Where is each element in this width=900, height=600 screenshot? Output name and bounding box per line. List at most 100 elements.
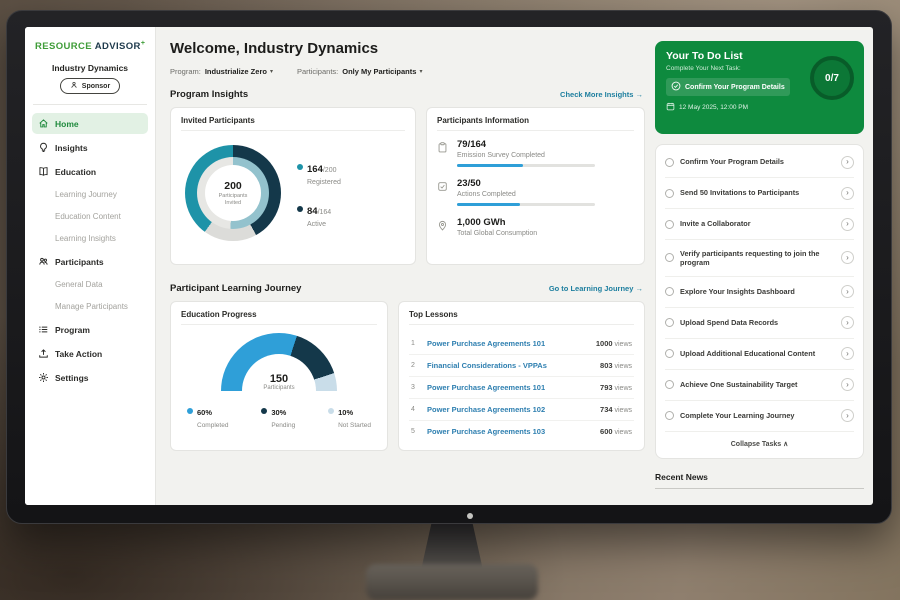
program-filter-dropdown[interactable]: Program: Industrialize Zero ▾ (170, 67, 273, 76)
task-chevron-icon[interactable]: › (841, 409, 854, 422)
info-card-title: Participants Information (437, 116, 634, 131)
sidebar-item-general-data[interactable]: General Data (32, 275, 148, 294)
task-chevron-icon[interactable]: › (841, 187, 854, 200)
task-chevron-icon[interactable]: › (841, 251, 854, 264)
recent-news-title: Recent News (655, 472, 864, 489)
stat-emission-survey: 79/164 Emission Survey Completed (437, 139, 634, 167)
task-checkbox[interactable] (665, 189, 674, 198)
participants-filter-label: Participants: (297, 67, 338, 76)
todo-task-9[interactable]: Complete Your Learning Journey› (665, 401, 854, 432)
insights-icon (38, 142, 49, 153)
sidebar-item-label: Education (55, 167, 96, 177)
sidebar-item-home[interactable]: Home (32, 113, 148, 134)
gauge-legend: 60% Completed 30% Pending 10% Not Starte… (181, 391, 377, 429)
task-chevron-icon[interactable]: › (841, 316, 854, 329)
lesson-link[interactable]: Power Purchase Agreements 103 (427, 427, 592, 436)
lesson-row-5: 5Power Purchase Agreements 103600 views (409, 421, 634, 442)
education-gauge-chart: 150 Participants (221, 333, 337, 391)
task-checkbox[interactable] (665, 380, 674, 389)
todo-task-8[interactable]: Achieve One Sustainability Target› (665, 370, 854, 401)
sidebar-item-insights[interactable]: Insights (32, 137, 148, 158)
task-label: Explore Your Insights Dashboard (680, 287, 835, 296)
arrow-right-icon: → (636, 284, 644, 293)
sidebar-item-education-content[interactable]: Education Content (32, 207, 148, 226)
program-insights-header: Program Insights Check More Insights → (170, 89, 645, 100)
logo-resource: RESOURCE (35, 41, 92, 52)
lesson-link[interactable]: Power Purchase Agreements 102 (427, 405, 592, 414)
legend-dot-registered (297, 164, 303, 170)
invited-center-value: 200 (224, 180, 242, 192)
home-icon (38, 118, 49, 129)
chevron-down-icon: ▾ (270, 68, 273, 75)
sponsor-badge: Sponsor (60, 78, 120, 94)
task-checkbox[interactable] (665, 349, 674, 358)
todo-task-7[interactable]: Upload Additional Educational Content › (665, 339, 854, 370)
stat-global-consumption: 1,000 GWh Total Global Consumption (437, 217, 634, 237)
check-circle-icon (671, 81, 681, 93)
todo-next-task-label: Confirm Your Program Details (685, 84, 785, 91)
sidebar-item-participants[interactable]: Participants (32, 251, 148, 272)
todo-task-1[interactable]: Confirm Your Program Details› (665, 147, 854, 178)
todo-task-6[interactable]: Upload Spend Data Records › (665, 308, 854, 339)
task-label: Verify participants requesting to join t… (680, 249, 835, 268)
todo-card: Your To Do List Complete Your Next Task:… (655, 41, 864, 134)
lesson-rank: 5 (411, 428, 419, 435)
desk-scene: RESOURCE ADVISOR+ Industry Dynamics Spon… (0, 0, 900, 600)
sidebar-item-label: Manage Participants (55, 302, 128, 311)
lesson-row-1: 1Power Purchase Agreements 1011000 views (409, 333, 634, 355)
sidebar-item-label: Learning Insights (55, 234, 116, 243)
go-to-learning-journey-link[interactable]: Go to Learning Journey → (549, 284, 643, 293)
task-checkbox[interactable] (665, 318, 674, 327)
legend-dot-not-started (328, 408, 334, 414)
todo-due-date-label: 12 May 2025, 12:00 PM (679, 104, 748, 111)
todo-next-task[interactable]: Confirm Your Program Details (666, 78, 790, 96)
sidebar-item-manage-participants[interactable]: Manage Participants (32, 297, 148, 316)
todo-task-5[interactable]: Explore Your Insights Dashboard › (665, 277, 854, 308)
main-content: Welcome, Industry Dynamics Program: Indu… (156, 27, 645, 505)
task-chevron-icon[interactable]: › (841, 285, 854, 298)
app-logo: RESOURCE ADVISOR+ (25, 27, 155, 54)
sidebar-item-learning-journey[interactable]: Learning Journey (32, 185, 148, 204)
task-chevron-icon[interactable]: › (841, 218, 854, 231)
sidebar-item-label: Settings (55, 373, 89, 383)
task-checkbox[interactable] (665, 253, 674, 262)
legend-not-started: 10% Not Started (328, 402, 371, 429)
sidebar-item-learning-insights[interactable]: Learning Insights (32, 229, 148, 248)
invited-center-label: Participants Invited (212, 193, 254, 207)
todo-task-2[interactable]: Send 50 Invitations to Participants› (665, 178, 854, 209)
filters-bar: Program: Industrialize Zero ▾ Participan… (170, 67, 645, 76)
task-checkbox[interactable] (665, 158, 674, 167)
sidebar-item-take-action[interactable]: Take Action (32, 343, 148, 364)
task-checkbox[interactable] (665, 411, 674, 420)
participants-information-card: Participants Information 79/164 Emission… (426, 107, 645, 265)
legend-dot-pending (261, 408, 267, 414)
lesson-views: 734 views (600, 405, 632, 414)
task-label: Upload Additional Educational Content (680, 349, 835, 358)
task-checkbox[interactable] (665, 287, 674, 296)
todo-task-3[interactable]: Invite a Collaborator› (665, 209, 854, 240)
collapse-tasks-link[interactable]: Collapse Tasks ∧ (665, 432, 854, 456)
take-action-icon (38, 348, 49, 359)
sidebar-item-education[interactable]: Education (32, 161, 148, 182)
sidebar-item-settings[interactable]: Settings (32, 367, 148, 388)
task-chevron-icon[interactable]: › (841, 156, 854, 169)
sidebar-nav: Home Insights Education Learning Journey Edu… (25, 113, 155, 388)
sidebar-item-program[interactable]: Program (32, 319, 148, 340)
check-more-insights-link[interactable]: Check More Insights → (560, 90, 643, 99)
lesson-link[interactable]: Power Purchase Agreements 101 (427, 339, 588, 348)
task-chevron-icon[interactable]: › (841, 347, 854, 360)
participants-filter-dropdown[interactable]: Participants: Only My Participants ▾ (297, 67, 422, 76)
task-checkbox[interactable] (665, 220, 674, 229)
checklist-icon (437, 178, 449, 206)
program-filter-value: Industrialize Zero (205, 67, 267, 76)
lesson-link[interactable]: Power Purchase Agreements 101 (427, 383, 592, 392)
lesson-row-4: 4Power Purchase Agreements 102734 views (409, 399, 634, 421)
insights-cards-row: Invited Participants 200 Participants In… (170, 107, 645, 265)
task-label: Upload Spend Data Records (680, 318, 835, 327)
todo-progress-counter: 0/7 (810, 56, 854, 100)
lesson-link[interactable]: Financial Considerations - VPPAs (427, 361, 592, 370)
participants-icon (38, 256, 49, 267)
task-chevron-icon[interactable]: › (841, 378, 854, 391)
lesson-rank: 1 (411, 340, 419, 347)
todo-task-4[interactable]: Verify participants requesting to join t… (665, 240, 854, 277)
